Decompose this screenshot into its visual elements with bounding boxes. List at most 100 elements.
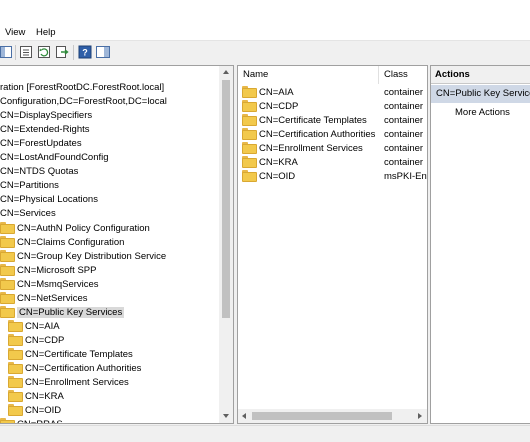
scroll-right-icon[interactable] [418, 413, 422, 419]
folder-icon [0, 291, 15, 304]
tree-item[interactable]: CN=OID [0, 404, 61, 418]
tree-item[interactable]: CN=DisplaySpecifiers [0, 109, 92, 123]
list-horizontal-scrollbar[interactable] [238, 409, 427, 423]
tree-item[interactable]: CN=Public Key Services [0, 305, 125, 320]
tree-scrollbar-thumb[interactable] [222, 80, 230, 318]
list-item[interactable]: CN=AIA container [238, 86, 427, 100]
tree-item[interactable]: CN=AuthN Policy Configuration [0, 221, 150, 236]
list-item[interactable]: CN=Enrollment Services container [238, 142, 427, 156]
folder-icon [0, 249, 15, 262]
scroll-down-icon[interactable] [223, 414, 229, 418]
tree-item[interactable]: CN=Claims Configuration [0, 235, 125, 250]
refresh-icon[interactable] [37, 45, 51, 59]
tree-item[interactable]: CN=MsmqServices [0, 277, 99, 292]
tree-scrollbar[interactable] [219, 66, 233, 423]
list-item[interactable]: CN=CDP container [238, 100, 427, 114]
tree-item[interactable]: CN=Services [0, 207, 56, 221]
tree-item[interactable]: CN=RRAS [0, 418, 63, 423]
tree-item[interactable]: CN=KRA [0, 390, 64, 404]
tree-item-label: CN=MsmqServices [17, 278, 99, 290]
tree-item[interactable]: CN=LostAndFoundConfig [0, 151, 109, 165]
help-icon[interactable]: ? [78, 45, 92, 59]
svg-text:?: ? [82, 48, 88, 58]
list-item-name: CN=OID [259, 171, 296, 183]
list-item-name: CN=KRA [259, 157, 298, 169]
tree-item[interactable]: CN=CDP [0, 333, 65, 348]
menu-help[interactable]: Help [36, 27, 56, 38]
tree-item-label: CN=Partitions [0, 180, 59, 192]
tree-item[interactable]: CN=Extended-Rights [0, 123, 90, 137]
tree-item[interactable]: CN=AIA [0, 319, 60, 334]
folder-icon [8, 319, 23, 332]
tree-item[interactable]: CN=Group Key Distribution Service [0, 249, 166, 264]
toolbar-separator [15, 45, 16, 60]
list-scrollbar-thumb[interactable] [252, 412, 392, 420]
list-item-name: CN=Certification Authorities [259, 129, 376, 141]
folder-icon [8, 347, 23, 360]
list-item[interactable]: CN=OID msPKI-Ent [238, 170, 427, 184]
column-header-class[interactable]: Class [379, 66, 427, 84]
properties-icon[interactable] [19, 45, 33, 59]
tree-item[interactable]: CN=Microsoft SPP [0, 263, 97, 278]
tree-item-label: CN=AuthN Policy Configuration [17, 222, 150, 234]
tree-item[interactable]: CN=ForestUpdates [0, 137, 82, 151]
list-item-class: container [384, 143, 424, 155]
toolbar-separator [73, 45, 74, 60]
list-item[interactable]: CN=Certificate Templates container [238, 114, 427, 128]
tree-item-label: CN=AIA [25, 320, 60, 332]
tree-item[interactable]: CN=Enrollment Services [0, 376, 129, 390]
folder-icon [242, 128, 257, 141]
folder-icon [242, 100, 257, 113]
show-action-pane-icon[interactable] [96, 45, 110, 59]
actions-section-public-key-services[interactable]: CN=Public Key Services [431, 85, 530, 103]
tree-item-label: CN=CDP [25, 334, 65, 346]
tree-item[interactable]: CN=Certificate Templates [0, 347, 133, 362]
tree-item-label: CN=Certificate Templates [25, 348, 133, 360]
folder-icon [8, 404, 23, 417]
show-tree-icon[interactable] [0, 45, 14, 59]
list-item-name: CN=Certificate Templates [259, 115, 367, 127]
tree-item[interactable]: ration [ForestRootDC.ForestRoot.local] [0, 81, 164, 95]
folder-icon [0, 305, 15, 318]
folder-icon [0, 418, 15, 423]
scroll-left-icon[interactable] [242, 413, 246, 419]
tree-item[interactable]: CN=Physical Locations [0, 193, 98, 207]
menu-view[interactable]: View [5, 27, 25, 38]
list-item-class: container [384, 129, 424, 141]
tree-item[interactable]: CN=Certification Authorities [0, 362, 141, 376]
actions-pane: Actions CN=Public Key Services More Acti… [430, 65, 530, 424]
list-item-name: CN=AIA [259, 87, 294, 98]
tree-item-label: CN=Services [0, 208, 56, 220]
list-item-class: container [384, 115, 424, 127]
tree-item-label: CN=Physical Locations [0, 194, 98, 206]
folder-icon [0, 235, 15, 248]
tree-item-label: CN=Claims Configuration [17, 236, 125, 248]
tree-item-label: CN=Microsoft SPP [17, 264, 97, 276]
menu-bar: View Help [0, 22, 530, 41]
tree-item-label: CN=DisplaySpecifiers [0, 110, 93, 122]
list-item-class: container [384, 157, 424, 169]
folder-icon [242, 86, 257, 98]
list-item-name: CN=Enrollment Services [259, 143, 363, 155]
tree-item[interactable]: CN=NTDS Quotas [0, 165, 78, 179]
title-bar [0, 0, 530, 22]
column-header-name[interactable]: Name [238, 66, 379, 84]
more-actions-link[interactable]: More Actions [455, 106, 510, 120]
folder-icon [8, 390, 23, 403]
list-item[interactable]: CN=KRA container [238, 156, 427, 170]
export-list-icon[interactable] [55, 45, 69, 59]
list-item-class: container [384, 101, 424, 113]
tree-item-label: CN=Public Key Services [17, 306, 125, 318]
tree-item-label: CN=LostAndFoundConfig [0, 152, 109, 164]
tree-item[interactable]: CN=Partitions [0, 179, 59, 193]
list-item-name: CN=CDP [259, 101, 299, 113]
folder-icon [0, 221, 15, 234]
list-item[interactable]: CN=Certification Authorities container [238, 128, 427, 142]
tree-item[interactable]: Configuration,DC=ForestRoot,DC=local [0, 95, 167, 109]
folder-icon [8, 333, 23, 346]
folder-icon [242, 142, 257, 155]
tree-item[interactable]: CN=NetServices [0, 291, 87, 306]
list-item-class: container [384, 87, 424, 98]
scroll-up-icon[interactable] [223, 70, 229, 74]
tree-item-label: CN=Extended-Rights [0, 124, 90, 136]
